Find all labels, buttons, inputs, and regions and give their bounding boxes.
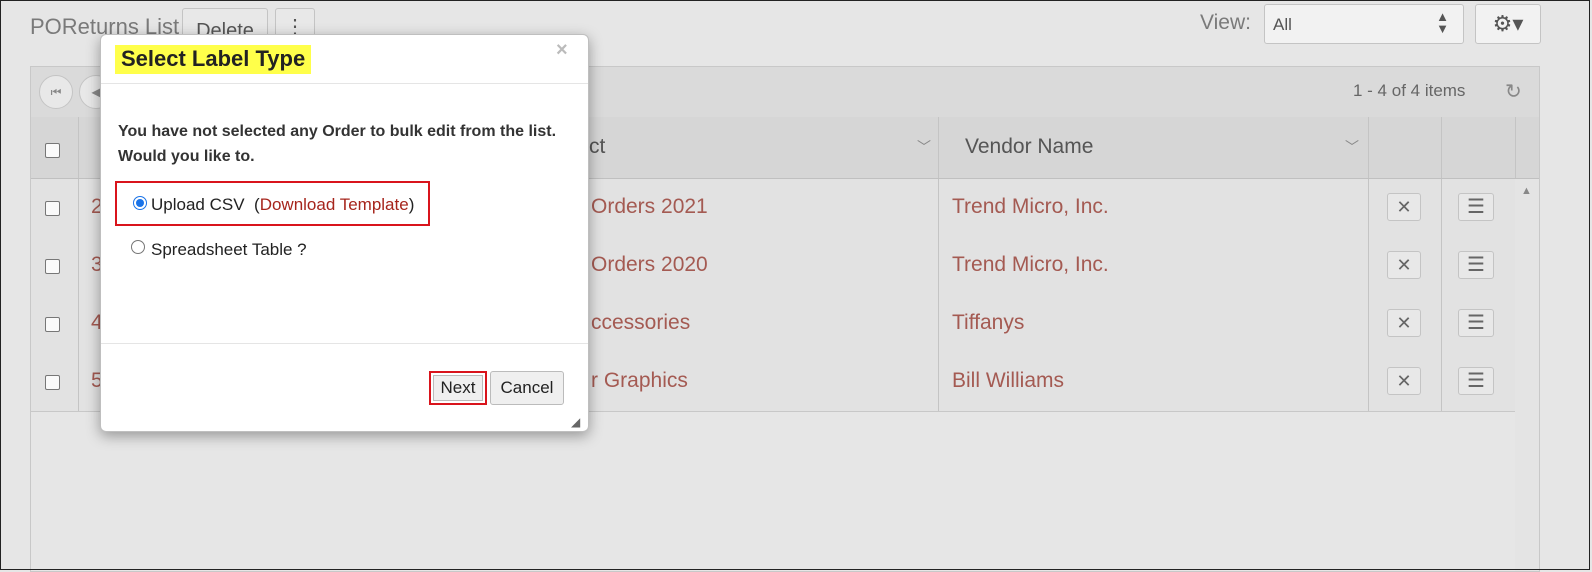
column-divider [938,353,939,411]
row-checkbox[interactable] [45,375,60,390]
column-divider [938,179,939,237]
row-checkbox[interactable] [45,201,60,216]
row-menu-icon[interactable]: ☰ [1458,193,1494,221]
cancel-button[interactable]: Cancel [490,371,564,405]
resize-handle-icon[interactable]: ◢ [571,415,580,429]
row-product-link[interactable]: Orders 2020 [591,253,708,277]
select-label-type-dialog: Select Label Type × You have not selecte… [100,34,589,432]
remove-row-icon[interactable]: ✕ [1387,309,1421,337]
column-divider [1368,117,1369,178]
remove-row-icon[interactable]: ✕ [1387,251,1421,279]
row-vendor-link[interactable]: Trend Micro, Inc. [952,195,1109,219]
column-divider [1368,353,1369,411]
row-menu-icon[interactable]: ☰ [1458,367,1494,395]
upload-csv-option: Upload CSV (Download Template) [115,181,430,226]
column-header-vendor[interactable]: Vendor Name [965,135,1093,159]
gear-icon[interactable]: ⚙▾ [1475,4,1541,44]
column-divider [78,353,79,411]
chevron-down-icon[interactable]: ﹀ [917,137,931,157]
column-divider [78,295,79,353]
column-header-product[interactable]: ct [589,135,605,159]
vertical-scrollbar[interactable] [1515,179,1539,571]
row-checkbox[interactable] [45,317,60,332]
dialog-message: You have not selected any Order to bulk … [118,123,557,165]
column-divider [1368,295,1369,353]
column-divider [78,179,79,237]
row-product-link[interactable]: ccessories [591,311,690,335]
chevron-down-icon[interactable]: ﹀ [1345,137,1359,157]
column-divider [78,117,79,178]
paren-close: ) [408,195,415,214]
row-vendor-link[interactable]: Tiffanys [952,311,1024,335]
column-divider [1441,179,1442,237]
column-divider [78,237,79,295]
upload-csv-radio[interactable] [133,196,147,210]
column-divider [938,237,939,295]
view-label: View: [1200,11,1251,34]
column-divider [1515,117,1516,178]
column-divider [1441,117,1442,178]
column-divider [1441,353,1442,411]
row-menu-icon[interactable]: ☰ [1458,251,1494,279]
view-select-value: All [1273,15,1292,34]
dialog-header: Select Label Type × [101,35,588,84]
pager-info: 1 - 4 of 4 items [1353,81,1466,100]
column-divider [1441,295,1442,353]
refresh-icon[interactable]: ↻ [1505,79,1522,104]
remove-row-icon[interactable]: ✕ [1387,367,1421,395]
column-divider [1368,237,1369,295]
scroll-up-icon[interactable]: ▲ [1521,185,1532,197]
row-menu-icon[interactable]: ☰ [1458,309,1494,337]
close-icon[interactable]: × [556,39,568,62]
column-divider [938,117,939,178]
view-select[interactable]: All ▲ ▼ [1264,4,1464,44]
remove-row-icon[interactable]: ✕ [1387,193,1421,221]
select-all-checkbox[interactable] [45,143,60,158]
column-divider [1368,179,1369,237]
dialog-title: Select Label Type [115,45,312,74]
dialog-footer-divider [101,343,588,344]
row-vendor-link[interactable]: Trend Micro, Inc. [952,253,1109,277]
upload-csv-label[interactable]: Upload CSV [151,195,245,214]
column-divider [938,295,939,353]
next-button-highlight: Next [429,371,487,405]
first-page-icon[interactable]: ⏮ [39,75,73,109]
row-product-link[interactable]: r Graphics [591,369,688,393]
spreadsheet-table-radio[interactable] [131,240,145,254]
column-divider [1441,237,1442,295]
download-template-link[interactable]: Download Template [260,195,409,214]
next-button[interactable]: Next [433,375,483,401]
select-arrows-icon: ▲ ▼ [1436,9,1449,36]
row-product-link[interactable]: Orders 2021 [591,195,708,219]
spreadsheet-table-label[interactable]: Spreadsheet Table ? [151,240,307,260]
upload-csv-text: Upload CSV (Download Template) [151,195,414,215]
row-checkbox[interactable] [45,259,60,274]
row-vendor-link[interactable]: Bill Williams [952,369,1064,393]
